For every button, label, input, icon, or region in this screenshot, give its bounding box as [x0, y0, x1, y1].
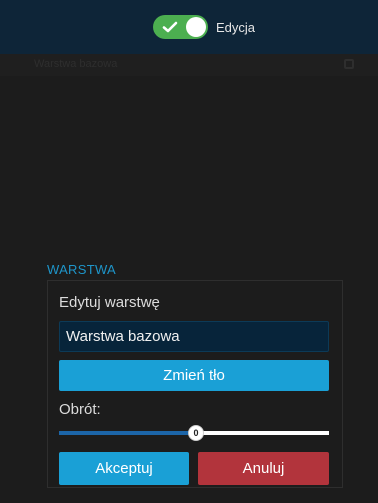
edit-mode-toggle[interactable] [152, 15, 208, 39]
rotation-slider[interactable]: 0 [59, 423, 329, 443]
rotation-label: Obrót: [59, 401, 101, 418]
top-bar: Edycja [0, 0, 378, 54]
settings-icon [344, 59, 354, 69]
edit-toggle-group: Edycja [152, 15, 256, 39]
cancel-button[interactable]: Anuluj [198, 452, 329, 485]
toggle-knob [185, 17, 206, 37]
layer-edit-panel: Edytuj warstwę Zmień tło Obrót: 0 Akcept… [47, 280, 343, 488]
slider-fill [59, 431, 197, 435]
slider-track [197, 431, 329, 435]
background-title: Warstwa bazowa [34, 58, 118, 70]
panel-heading: Edytuj warstwę [59, 294, 160, 311]
edit-mode-label: Edycja [215, 19, 256, 35]
layer-section-title: WARSTWA [47, 262, 117, 277]
check-icon [162, 21, 178, 33]
layer-name-input[interactable] [59, 321, 329, 352]
change-background-button[interactable]: Zmień tło [59, 360, 329, 391]
accept-button[interactable]: Akceptuj [59, 452, 189, 485]
app-root: Edycja Warstwa bazowa WARSTWA Edytuj war… [0, 0, 378, 503]
slider-thumb[interactable]: 0 [188, 425, 204, 441]
